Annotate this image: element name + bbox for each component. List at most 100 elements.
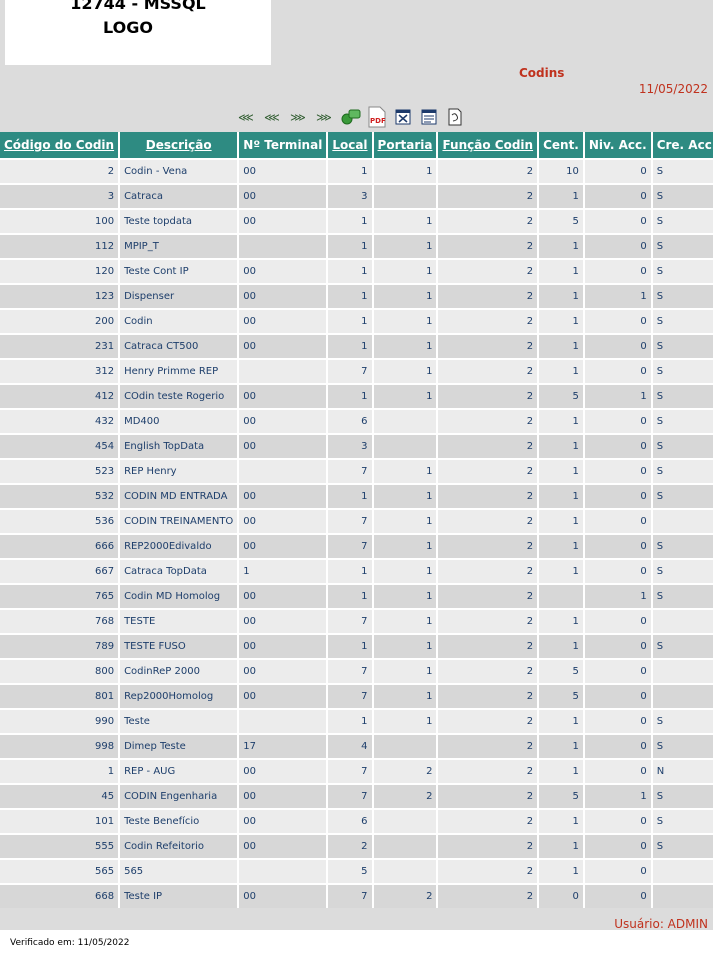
cell-funcao: 2 bbox=[438, 208, 540, 233]
cell-terminal bbox=[239, 708, 329, 733]
cell-funcao: 2 bbox=[438, 308, 540, 333]
cell-cre-acc: S bbox=[652, 458, 713, 483]
search-icon[interactable] bbox=[340, 107, 362, 127]
cell-niv-acc: 0 bbox=[584, 433, 653, 458]
cell-local: 7 bbox=[328, 658, 374, 683]
cell-terminal: 1 bbox=[239, 558, 329, 583]
table-row: 2 Codin - Vena 00 1 1 2 10 0 S bbox=[0, 158, 713, 183]
cell-cent: 1 bbox=[539, 458, 585, 483]
cell-codigo: 2 bbox=[0, 158, 121, 183]
cell-niv-acc: 0 bbox=[584, 858, 653, 883]
cell-codigo: 666 bbox=[0, 533, 121, 558]
cell-local: 6 bbox=[328, 808, 374, 833]
cell-funcao: 2 bbox=[438, 808, 540, 833]
cell-codigo: 45 bbox=[0, 783, 121, 808]
cell-niv-acc: 0 bbox=[584, 733, 653, 758]
sort-link-funcao[interactable]: Função Codin bbox=[442, 138, 533, 152]
cell-funcao: 2 bbox=[438, 683, 540, 708]
cell-niv-acc: 0 bbox=[584, 508, 653, 533]
cell-terminal: 00 bbox=[239, 633, 329, 658]
cell-terminal: 00 bbox=[239, 483, 329, 508]
cell-cre-acc bbox=[652, 683, 713, 708]
last-page-icon[interactable]: ⋙ bbox=[310, 107, 336, 127]
cell-cent: 1 bbox=[539, 633, 585, 658]
cell-local: 1 bbox=[328, 333, 374, 358]
cell-descricao: MPIP_T bbox=[120, 233, 240, 258]
sort-link-descricao[interactable]: Descrição bbox=[146, 138, 212, 152]
report-title: Codins bbox=[519, 66, 565, 80]
table-row: 565 565 5 2 1 0 bbox=[0, 858, 713, 883]
cell-niv-acc: 1 bbox=[584, 583, 653, 608]
cell-funcao: 2 bbox=[438, 508, 540, 533]
table-row: 990 Teste 1 1 2 1 0 S bbox=[0, 708, 713, 733]
sort-link-local[interactable]: Local bbox=[332, 138, 367, 152]
cell-descricao: Teste bbox=[120, 708, 240, 733]
cell-cent: 1 bbox=[539, 758, 585, 783]
cell-local: 7 bbox=[328, 508, 374, 533]
word-icon[interactable] bbox=[418, 107, 440, 127]
header-local[interactable]: Local bbox=[328, 132, 374, 158]
cell-portaria: 1 bbox=[373, 533, 439, 558]
cell-codigo: 200 bbox=[0, 308, 121, 333]
header-niv-acc: Niv. Acc. bbox=[584, 132, 653, 158]
cell-funcao: 2 bbox=[438, 608, 540, 633]
cell-funcao: 2 bbox=[438, 283, 540, 308]
cell-niv-acc: 0 bbox=[584, 708, 653, 733]
cell-descricao: MD400 bbox=[120, 408, 240, 433]
print-icon[interactable] bbox=[444, 107, 466, 127]
table-row: 666 REP2000Edivaldo 00 7 1 2 1 0 S bbox=[0, 533, 713, 558]
cell-portaria bbox=[373, 433, 439, 458]
cell-descricao: Teste Benefício bbox=[120, 808, 240, 833]
cell-funcao: 2 bbox=[438, 333, 540, 358]
sort-link-codigo[interactable]: Código do Codin bbox=[4, 138, 114, 152]
sort-link-portaria[interactable]: Portaria bbox=[378, 138, 433, 152]
cell-descricao: Codin MD Homolog bbox=[120, 583, 240, 608]
cell-codigo: 412 bbox=[0, 383, 121, 408]
cell-descricao: REP - AUG bbox=[120, 758, 240, 783]
cell-cre-acc: S bbox=[652, 358, 713, 383]
header-portaria[interactable]: Portaria bbox=[373, 132, 439, 158]
cell-local: 7 bbox=[328, 533, 374, 558]
cell-niv-acc: 0 bbox=[584, 558, 653, 583]
cell-terminal: 00 bbox=[239, 508, 329, 533]
cell-descricao: CODIN Engenharia bbox=[120, 783, 240, 808]
cell-portaria: 1 bbox=[373, 308, 439, 333]
cell-terminal: 00 bbox=[239, 433, 329, 458]
cell-codigo: 1 bbox=[0, 758, 121, 783]
cell-cre-acc: S bbox=[652, 308, 713, 333]
header-funcao[interactable]: Função Codin bbox=[438, 132, 540, 158]
table-row: 1 REP - AUG 00 7 2 2 1 0 N bbox=[0, 758, 713, 783]
table-row: 312 Henry Primme REP 7 1 2 1 0 S bbox=[0, 358, 713, 383]
header-descricao[interactable]: Descrição bbox=[120, 132, 240, 158]
cell-cent: 1 bbox=[539, 858, 585, 883]
cell-codigo: 100 bbox=[0, 208, 121, 233]
pdf-icon[interactable]: PDF bbox=[366, 106, 388, 128]
cell-cent: 1 bbox=[539, 558, 585, 583]
cell-cre-acc: S bbox=[652, 258, 713, 283]
header-cre-acc: Cre. Acc. bbox=[652, 132, 713, 158]
cell-portaria: 1 bbox=[373, 208, 439, 233]
cell-terminal bbox=[239, 858, 329, 883]
next-page-icon[interactable]: ⋙ bbox=[284, 107, 310, 127]
cell-terminal bbox=[239, 358, 329, 383]
first-page-icon[interactable]: ⋘ bbox=[232, 107, 258, 127]
cell-terminal: 00 bbox=[239, 183, 329, 208]
table-row: 789 TESTE FUSO 00 1 1 2 1 0 S bbox=[0, 633, 713, 658]
cell-niv-acc: 0 bbox=[584, 683, 653, 708]
cell-portaria: 1 bbox=[373, 508, 439, 533]
cell-funcao: 2 bbox=[438, 383, 540, 408]
excel-icon[interactable] bbox=[392, 107, 414, 127]
cell-cent: 1 bbox=[539, 808, 585, 833]
cell-local: 1 bbox=[328, 383, 374, 408]
cell-local: 7 bbox=[328, 883, 374, 908]
cell-cre-acc: S bbox=[652, 383, 713, 408]
cell-niv-acc: 0 bbox=[584, 233, 653, 258]
table-row: 801 Rep2000Homolog 00 7 1 2 5 0 bbox=[0, 683, 713, 708]
cell-local: 4 bbox=[328, 733, 374, 758]
cell-codigo: 998 bbox=[0, 733, 121, 758]
cell-cent: 1 bbox=[539, 333, 585, 358]
cell-cent: 5 bbox=[539, 383, 585, 408]
cell-local: 7 bbox=[328, 758, 374, 783]
header-codigo[interactable]: Código do Codin bbox=[0, 132, 121, 158]
previous-page-icon[interactable]: ⋘ bbox=[258, 107, 284, 127]
